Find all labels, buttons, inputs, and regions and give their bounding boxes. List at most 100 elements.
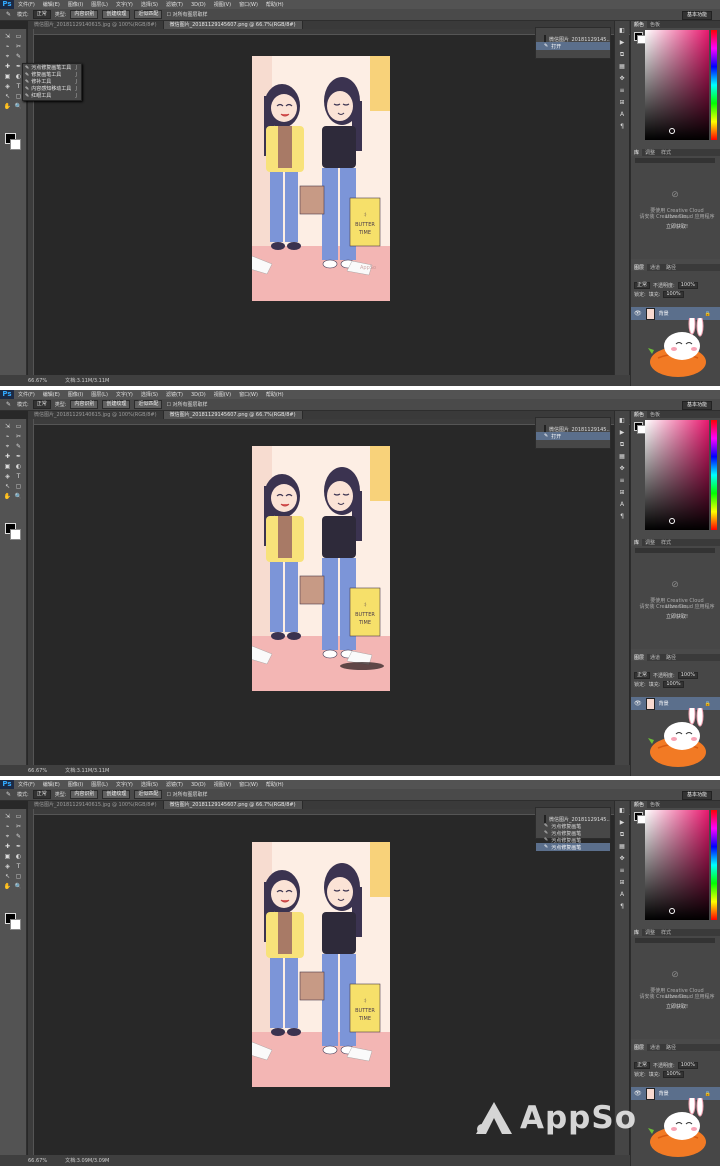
panel-dock-icon[interactable]: ▶ (618, 429, 626, 437)
menu-item[interactable]: 视图(V) (210, 1, 235, 8)
menu-item[interactable]: 文字(Y) (112, 391, 137, 398)
opacity-field[interactable]: 100% (677, 671, 698, 679)
tool-icon[interactable]: ✚ (3, 843, 12, 851)
panel-dock-icon[interactable]: ⊞ (618, 489, 626, 497)
tool-icon[interactable]: ✎ (14, 443, 23, 451)
fill-field[interactable]: 100% (663, 1070, 684, 1078)
opacity-field[interactable]: 100% (677, 281, 698, 289)
blend-mode-select[interactable]: 正常 (634, 1061, 651, 1069)
tool-icon[interactable]: ▢ (14, 873, 23, 881)
menu-item[interactable]: 文件(F) (14, 781, 39, 788)
menu-item[interactable]: 视图(V) (210, 391, 235, 398)
menu-item[interactable]: 图层(L) (87, 391, 112, 398)
tool-icon[interactable]: ⌁ (3, 433, 12, 441)
menu-item[interactable]: 编辑(E) (39, 1, 64, 8)
color-picker-field[interactable] (645, 420, 709, 530)
tab-adjustments[interactable]: 调整 (642, 539, 658, 546)
panel-dock-icon[interactable]: ⊞ (618, 99, 626, 107)
tool-icon[interactable]: ✚ (3, 453, 12, 461)
tool-icon[interactable]: ◐ (14, 853, 23, 861)
color-picker-cursor[interactable] (669, 908, 675, 914)
tab-paths[interactable]: 路径 (663, 654, 679, 661)
tool-icon[interactable]: ▣ (3, 73, 12, 81)
tool-icon[interactable]: 🔍 (14, 103, 23, 111)
menu-item[interactable]: 3D(D) (187, 782, 210, 788)
menu-item[interactable]: 窗口(W) (235, 391, 262, 398)
opacity-field[interactable]: 100% (677, 1061, 698, 1069)
document-canvas[interactable]: :) BUTTER TIME AppSo (252, 56, 390, 301)
tool-icon[interactable]: ✋ (3, 883, 12, 891)
tab-styles[interactable]: 样式 (658, 539, 674, 546)
panel-dock-icon[interactable]: ▶ (618, 39, 626, 47)
panel-dock-icon[interactable]: ¶ (618, 513, 626, 521)
history-row[interactable]: ✎ 污点修复画笔 (536, 843, 610, 851)
type-option-button[interactable]: 近似匹配 (134, 790, 163, 799)
history-row[interactable]: ✎ 打开 (536, 42, 610, 50)
panel-dock-icon[interactable]: ✥ (618, 465, 626, 473)
panel-dock-icon[interactable]: ⧉ (618, 441, 626, 449)
eye-icon[interactable]: 👁 (631, 700, 642, 707)
blend-mode-select[interactable]: 正常 (634, 671, 651, 679)
menu-item[interactable]: 图像(I) (64, 391, 87, 398)
tool-icon[interactable]: ✎ (14, 833, 23, 841)
flyout-item[interactable]: ✎ 红眼工具 J (25, 93, 79, 100)
type-option-button[interactable]: 内容识别 (70, 10, 99, 19)
flyout-item[interactable]: ✎ 修复画笔工具 J (25, 72, 79, 79)
flyout-item[interactable]: ✎ 污点修复画笔工具 J (25, 65, 79, 72)
tab-swatches[interactable]: 色板 (647, 411, 663, 418)
menu-item[interactable]: 文字(Y) (112, 1, 137, 8)
menu-item[interactable]: 窗口(W) (235, 781, 262, 788)
spot-healing-icon[interactable]: ✎ (4, 401, 13, 409)
panel-dock-icon[interactable]: ≡ (618, 477, 626, 485)
panel-dock-icon[interactable]: ▶ (618, 819, 626, 827)
tool-icon[interactable]: ⇲ (3, 33, 12, 41)
menu-item[interactable]: 文字(Y) (112, 781, 137, 788)
type-option-button[interactable]: 创建纹理 (102, 790, 131, 799)
menu-item[interactable]: 3D(D) (187, 392, 210, 398)
sample-all-checkbox[interactable]: ☐ 对所有图层取样 (166, 791, 207, 798)
sample-all-checkbox[interactable]: ☐ 对所有图层取样 (166, 11, 207, 18)
tab-styles[interactable]: 样式 (658, 929, 674, 936)
document-canvas[interactable]: :) BUTTER TIME (252, 446, 390, 691)
type-option-button[interactable]: 创建纹理 (102, 400, 131, 409)
menu-item[interactable]: 图像(I) (64, 781, 87, 788)
background-color[interactable] (10, 139, 21, 150)
type-option-button[interactable]: 创建纹理 (102, 10, 131, 19)
tool-icon[interactable]: ⌖ (3, 833, 12, 841)
tab-styles[interactable]: 样式 (658, 149, 674, 156)
tool-icon[interactable]: ◈ (3, 863, 12, 871)
fill-field[interactable]: 100% (663, 290, 684, 298)
tool-icon[interactable]: ↖ (3, 873, 12, 881)
library-select[interactable] (635, 548, 715, 553)
tab-color[interactable]: 颜色 (631, 21, 648, 28)
menu-item[interactable]: 3D(D) (187, 2, 210, 8)
tool-icon[interactable]: ▢ (14, 483, 23, 491)
document-tab[interactable]: 微信图片_20181129140615.jpg @ 100%(RGB/8#) (28, 21, 164, 29)
eye-icon[interactable]: 👁 (631, 1090, 642, 1097)
tool-icon[interactable]: ▣ (3, 463, 12, 471)
document-tab[interactable]: 微信图片_20181129145607.png @ 66.7%(RGB/8#) (163, 21, 303, 29)
menu-item[interactable]: 帮助(H) (262, 391, 288, 398)
menu-item[interactable]: 滤镜(T) (162, 391, 187, 398)
panel-dock-icon[interactable]: ▦ (618, 453, 626, 461)
panel-dock-icon[interactable]: A (618, 501, 626, 509)
tab-swatches[interactable]: 色板 (647, 801, 663, 808)
color-picker-cursor[interactable] (669, 518, 675, 524)
panel-dock-icon[interactable]: A (618, 891, 626, 899)
menu-item[interactable]: 编辑(E) (39, 781, 64, 788)
tool-icon[interactable]: ▭ (14, 813, 23, 821)
tab-channels[interactable]: 通道 (647, 264, 663, 271)
tab-layers[interactable]: 图层 (631, 1044, 648, 1051)
spot-healing-icon[interactable]: ✎ (4, 791, 13, 799)
sample-all-checkbox[interactable]: ☐ 对所有图层取样 (166, 401, 207, 408)
tab-channels[interactable]: 通道 (647, 1044, 663, 1051)
fill-field[interactable]: 100% (663, 680, 684, 688)
hue-slider[interactable] (711, 30, 717, 140)
tab-layers[interactable]: 图层 (631, 264, 648, 271)
tool-icon[interactable]: ✒ (14, 453, 23, 461)
background-color[interactable] (10, 919, 21, 930)
tool-icon[interactable]: ✋ (3, 493, 12, 501)
panel-dock-icon[interactable]: ≡ (618, 87, 626, 95)
tool-icon[interactable]: ✂ (14, 823, 23, 831)
menu-item[interactable]: 图层(L) (87, 1, 112, 8)
